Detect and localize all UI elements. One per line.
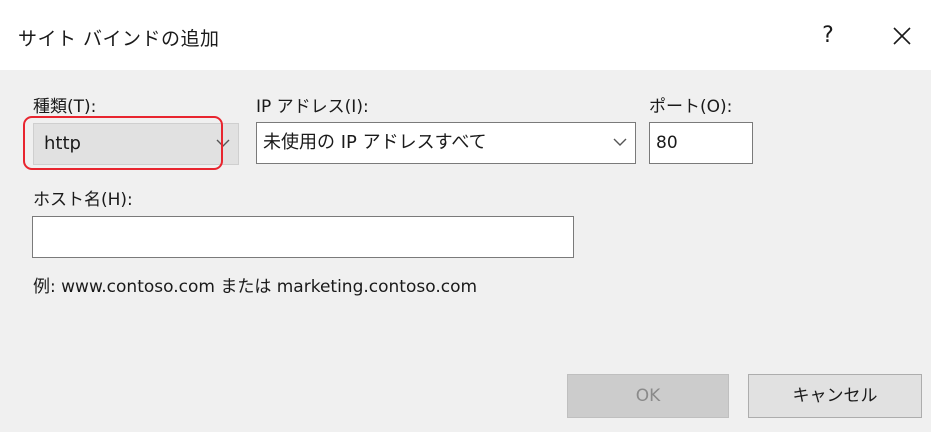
help-button[interactable]: ?: [808, 14, 848, 58]
host-name-input[interactable]: [32, 216, 574, 258]
close-button[interactable]: [880, 14, 924, 58]
host-name-example: 例: www.contoso.com または marketing.contoso…: [33, 277, 478, 297]
dialog-title: サイト バインドの追加: [18, 28, 220, 50]
type-label: 種類(T):: [33, 97, 97, 117]
close-icon: [893, 27, 911, 45]
type-selected-value: http: [44, 133, 81, 154]
host-name-label: ホスト名(H):: [33, 190, 133, 210]
chevron-down-icon: [216, 139, 230, 147]
cancel-button[interactable]: キャンセル: [748, 374, 922, 418]
port-label: ポート(O):: [649, 97, 733, 117]
ip-address-label: IP アドレス(I):: [256, 97, 369, 117]
type-select[interactable]: http: [33, 123, 239, 165]
ok-button[interactable]: OK: [567, 374, 729, 418]
ip-address-select[interactable]: 未使用の IP アドレスすべて: [256, 122, 636, 164]
ip-address-selected-value: 未使用の IP アドレスすべて: [263, 132, 487, 153]
title-bar: サイト バインドの追加 ?: [0, 0, 931, 70]
port-input[interactable]: 80: [649, 122, 753, 164]
chevron-down-icon: [613, 138, 627, 146]
add-site-binding-dialog: サイト バインドの追加 ? 種類(T): http IP アドレス(I): 未使…: [0, 0, 931, 432]
